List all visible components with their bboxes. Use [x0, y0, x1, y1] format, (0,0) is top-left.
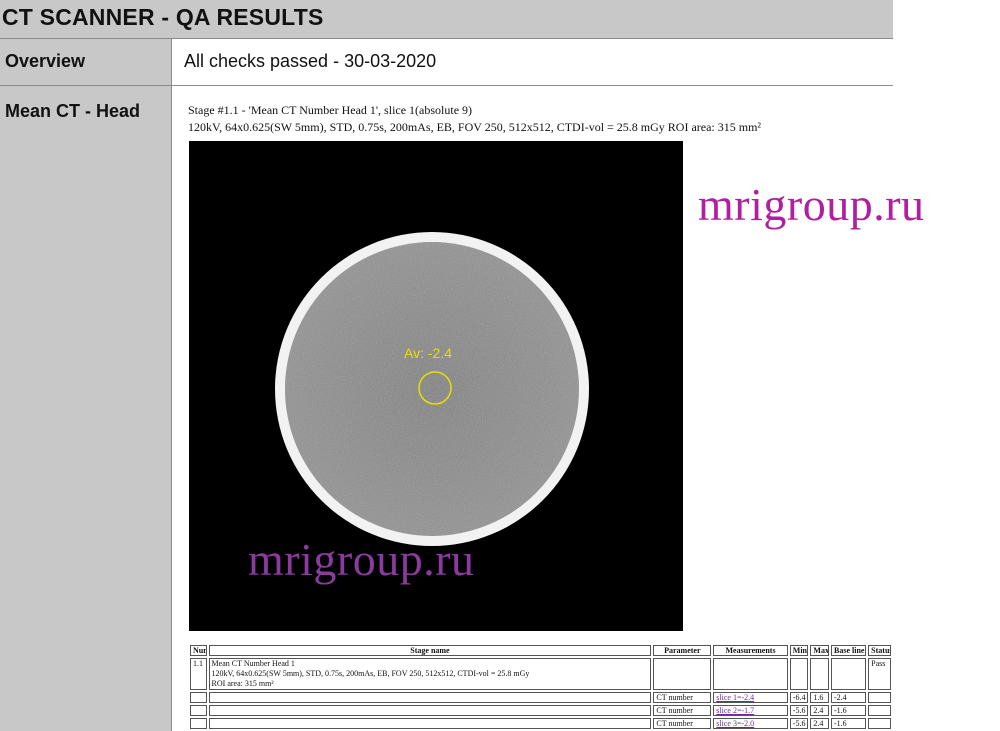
table-row: 1.1 Mean CT Number Head 1 120kV, 64x0.62…: [190, 658, 891, 690]
results-table: Num Stage name Parameter Measurements Mi…: [188, 643, 893, 731]
row-stage-name: Mean CT Number Head 1: [211, 659, 295, 668]
row-stage-description: [208, 705, 652, 716]
row-status: [868, 718, 891, 729]
watermark-image: mrigroup.ru: [248, 534, 475, 585]
row-max: 2.4: [810, 705, 829, 716]
row-baseline: [831, 658, 867, 690]
row-max: 2.4: [810, 718, 829, 729]
measurement-link[interactable]: slice 3=-2.0: [716, 719, 754, 728]
col-header-status: Status: [868, 645, 891, 656]
row-roi-area: ROI area: 315 mm²: [211, 679, 274, 688]
col-header-baseline: Base line: [831, 645, 867, 656]
table-header-row: Num Stage name Parameter Measurements Mi…: [190, 645, 891, 656]
row-measurement: slice 2=-1.7: [713, 705, 788, 716]
row-num: [190, 692, 207, 703]
mean-ct-label-cell: Mean CT - Head: [0, 86, 172, 731]
row-status: [868, 692, 891, 703]
row-status: Pass: [868, 658, 891, 690]
col-header-min: Min: [789, 645, 809, 656]
row-measurement: slice 1=-2.4: [713, 692, 788, 703]
row-stage-description: [208, 692, 652, 703]
row-max: [810, 658, 829, 690]
row-measurement: slice 3=-2.0: [713, 718, 788, 729]
row-stage-params: 120kV, 64x0.625(SW 5mm), STD, 0.75s, 200…: [211, 669, 530, 678]
measurement-link[interactable]: slice 1=-2.4: [716, 693, 754, 702]
col-header-num: Num: [190, 645, 207, 656]
overview-label: Overview: [5, 51, 86, 71]
table-row: CT number slice 3=-2.0 -5.6 2.4 -1.6: [190, 718, 891, 729]
overview-status: All checks passed - 30-03-2020: [184, 51, 437, 71]
page-title: CT SCANNER - QA RESULTS: [2, 4, 324, 30]
row-num: [190, 705, 207, 716]
measurement-link[interactable]: slice 2=-1.7: [716, 706, 754, 715]
overview-row: Overview All checks passed - 30-03-2020: [0, 39, 893, 86]
row-parameter: CT number: [653, 718, 712, 729]
row-parameter: CT number: [653, 692, 712, 703]
row-baseline: -1.6: [831, 718, 867, 729]
row-measurement: [713, 658, 788, 690]
stage-parameters: 120kV, 64x0.625(SW 5mm), STD, 0.75s, 200…: [188, 120, 762, 134]
row-min: -5.6: [789, 718, 809, 729]
watermark-right: mrigroup.ru: [698, 179, 925, 230]
row-min: [789, 658, 809, 690]
col-header-stage: Stage name: [208, 645, 652, 656]
row-parameter: CT number: [653, 705, 712, 716]
title-bar: CT SCANNER - QA RESULTS: [0, 0, 893, 39]
row-stage-description: Mean CT Number Head 1 120kV, 64x0.625(SW…: [208, 658, 652, 690]
row-baseline: -2.4: [831, 692, 867, 703]
mean-ct-label: Mean CT - Head: [5, 101, 141, 121]
row-status: [868, 705, 891, 716]
row-max: 1.6: [810, 692, 829, 703]
row-min: -6.4: [789, 692, 809, 703]
roi-average-label: Av: -2.4: [404, 345, 452, 361]
row-min: -5.6: [789, 705, 809, 716]
col-header-measurements: Measurements: [713, 645, 788, 656]
row-baseline: -1.6: [831, 705, 867, 716]
col-header-max: Max: [810, 645, 829, 656]
phantom-noise: [285, 242, 579, 536]
col-header-parameter: Parameter: [653, 645, 712, 656]
stage-title: Stage #1.1 - 'Mean CT Number Head 1', sl…: [188, 103, 473, 117]
row-num: [190, 718, 207, 729]
row-parameter: [653, 658, 712, 690]
row-stage-description: [208, 718, 652, 729]
row-num: 1.1: [190, 658, 207, 690]
overview-label-cell: Overview: [0, 39, 172, 85]
table-row: CT number slice 2=-1.7 -5.6 2.4 -1.6: [190, 705, 891, 716]
table-row: CT number slice 1=-2.4 -6.4 1.6 -2.4: [190, 692, 891, 703]
